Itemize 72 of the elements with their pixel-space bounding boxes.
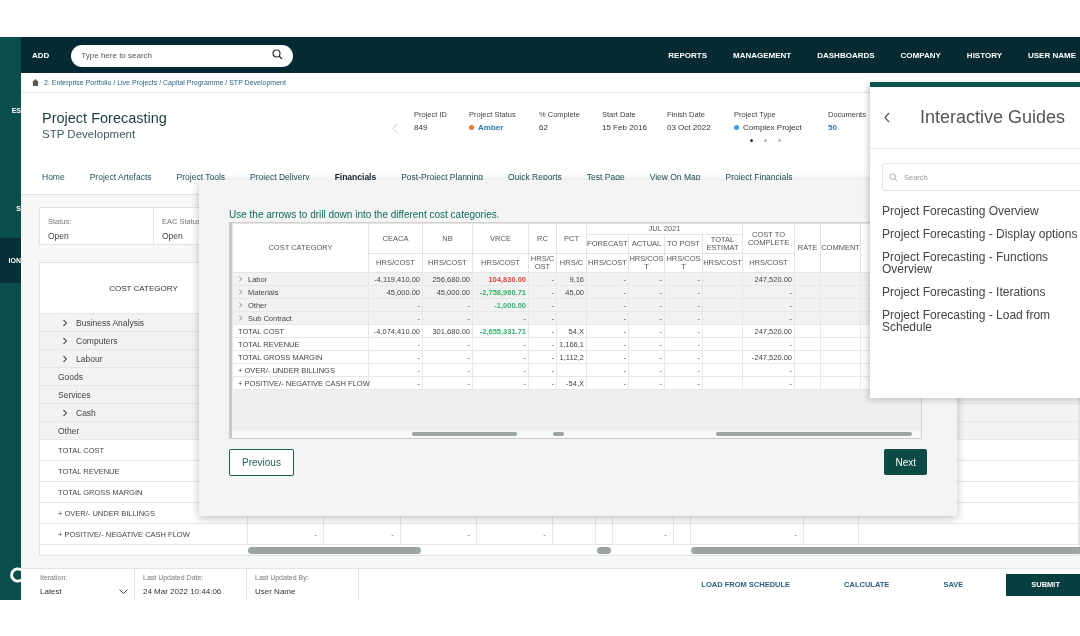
table-cell bbox=[596, 524, 613, 545]
scrollbar[interactable] bbox=[248, 546, 421, 554]
table-cell bbox=[674, 524, 691, 545]
guide-link[interactable]: Project Forecasting - Functions Overview bbox=[882, 251, 1078, 275]
table-cell: - bbox=[691, 524, 804, 545]
guide-instruction: Use the arrows to drill down into the different cost categories. bbox=[229, 209, 500, 220]
nav-link[interactable]: USER NAME bbox=[1028, 50, 1076, 60]
page-title: Project Forecasting bbox=[42, 110, 168, 126]
search-field[interactable]: Type here to search bbox=[71, 44, 294, 67]
row-label: Goods bbox=[58, 371, 84, 382]
tab[interactable]: Home bbox=[42, 172, 65, 182]
footer-value: 24 Mar 2022 10:44:06 bbox=[143, 587, 223, 596]
tab[interactable]: Quick Reports bbox=[507, 172, 562, 182]
field-value: 03 Oct 2022 bbox=[667, 123, 711, 132]
table-cell bbox=[553, 524, 596, 545]
scrollbar[interactable] bbox=[691, 546, 1080, 554]
table-cell: - bbox=[248, 524, 324, 545]
footer-value: User Name bbox=[255, 587, 297, 596]
nav-link[interactable]: MANAGEMENT bbox=[733, 50, 792, 60]
status-value: Open bbox=[162, 231, 184, 241]
field-value: Complex Project bbox=[743, 123, 802, 132]
pager-dot[interactable] bbox=[764, 139, 767, 142]
search-icon[interactable] bbox=[272, 49, 284, 60]
panel-title: Interactive Guides bbox=[920, 107, 1066, 128]
tab[interactable]: Test Page bbox=[586, 172, 625, 182]
tab[interactable]: Project Financials bbox=[725, 172, 793, 182]
caret-icon[interactable] bbox=[119, 588, 128, 594]
row-label: Other bbox=[58, 425, 80, 436]
pager-dot[interactable] bbox=[750, 139, 753, 142]
field-value: 62 bbox=[539, 123, 548, 132]
field-value: 849 bbox=[414, 123, 428, 132]
home-icon[interactable] bbox=[32, 79, 39, 86]
chevron-left-icon[interactable] bbox=[392, 123, 398, 134]
table-cell: - bbox=[401, 524, 477, 545]
search-icon bbox=[889, 173, 898, 182]
table-cell: - bbox=[324, 524, 401, 545]
page-subtitle: STP Development bbox=[42, 128, 137, 140]
table-cell bbox=[804, 524, 859, 545]
nav-link[interactable]: REPORTS bbox=[668, 50, 707, 60]
column-header: COST CATEGORY bbox=[109, 283, 178, 293]
tab[interactable]: Post-Project Planning bbox=[401, 172, 483, 182]
scrollbar[interactable] bbox=[597, 546, 611, 554]
tab[interactable]: Financials bbox=[334, 172, 377, 182]
row-label: Business Analysis bbox=[76, 317, 145, 328]
row-label: Computers bbox=[76, 335, 118, 346]
nav-link[interactable]: HISTORY bbox=[966, 50, 1002, 60]
tab[interactable]: Project Delivery bbox=[250, 172, 310, 182]
nav-link[interactable]: COMPANY bbox=[900, 50, 941, 60]
pager-dot[interactable] bbox=[778, 139, 781, 142]
status-value: Open bbox=[48, 231, 70, 241]
guide-link[interactable]: Project Forecasting - Iterations bbox=[882, 286, 1078, 298]
iteration-select[interactable]: Latest bbox=[40, 585, 134, 597]
next-button[interactable]: Next bbox=[884, 449, 927, 475]
row-label: Cash bbox=[76, 407, 96, 418]
guide-link[interactable]: Project Forecasting - Display options bbox=[882, 228, 1078, 240]
field-value[interactable]: Amber bbox=[478, 123, 504, 132]
scrollbar bbox=[553, 432, 564, 436]
row-label: Services bbox=[58, 389, 91, 400]
tab[interactable]: Project Tools bbox=[176, 172, 226, 182]
row-label: Labour bbox=[76, 353, 103, 364]
table-cell: - bbox=[477, 524, 553, 545]
table-cell: - bbox=[613, 524, 674, 545]
nav-link[interactable]: DASHBOARDS bbox=[817, 50, 875, 60]
tab[interactable]: Project Artefacts bbox=[89, 172, 152, 182]
guide-link[interactable]: Project Forecasting Overview bbox=[882, 205, 1078, 217]
guide-link[interactable]: Project Forecasting - Load from Schedule bbox=[882, 309, 1078, 333]
add-link[interactable]: ADD bbox=[32, 50, 50, 60]
previous-button[interactable]: Previous bbox=[229, 449, 294, 476]
field-value: 15 Feb 2016 bbox=[602, 123, 647, 132]
chevron-right-icon[interactable] bbox=[62, 408, 68, 417]
back-icon[interactable] bbox=[884, 112, 890, 123]
field-value[interactable]: 50 bbox=[828, 123, 837, 132]
